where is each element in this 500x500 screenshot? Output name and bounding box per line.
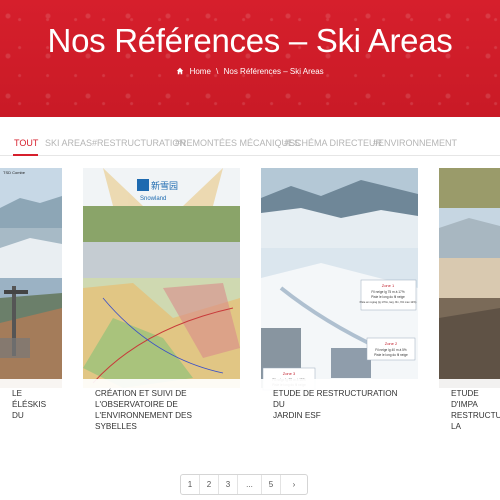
page-3-button[interactable]: 3 xyxy=(219,475,238,494)
breadcrumb-separator: \ xyxy=(216,67,219,76)
card-caption-line: CRÉATION ET SUIVI DE xyxy=(95,389,187,398)
breadcrumb-home-link[interactable]: Home xyxy=(190,67,211,76)
filter-bar: TOUT SKI AREAS #RESTRUCTURATION #REMONTÉ… xyxy=(0,132,500,156)
portfolio-card[interactable]: TSD Combe LE ÉLÉSKIS DU xyxy=(0,168,62,434)
filter-tab-schema-directeur[interactable]: #SCHÉMA DIRECTEUR xyxy=(284,138,382,148)
card-caption-line: LE xyxy=(12,389,23,398)
filter-tab-ski-areas[interactable]: SKI AREAS xyxy=(45,138,92,148)
snowland-logo-icon xyxy=(137,179,149,191)
zone-1-line: Fil neige lg 75 m à 17% xyxy=(371,290,404,294)
page-1-button[interactable]: 1 xyxy=(181,475,200,494)
page-header-banner: Nos Références – Ski Areas Home \ Nos Ré… xyxy=(0,0,500,117)
portfolio-card[interactable]: 新雪园 Snowland CRÉATION ET SUIVI DE L'OBSE… xyxy=(83,168,240,434)
card-caption-line: ÉLÉSKIS DU xyxy=(12,400,47,420)
filter-tab-remontees-mecaniques[interactable]: #REMONTÉES MÉCANIQUES xyxy=(175,138,300,148)
zone-2-title: Zone 2 xyxy=(385,341,398,346)
card-caption: LE ÉLÉSKIS DU xyxy=(0,379,62,434)
filter-tab-tout[interactable]: TOUT xyxy=(14,138,38,148)
home-icon xyxy=(176,67,184,77)
page-5-button[interactable]: 5 xyxy=(262,475,281,494)
portfolio-card[interactable]: Zone 1 Fil neige lg 75 m à 17% Piste le … xyxy=(261,168,418,434)
zone-1-line: Piste le long du fil neige xyxy=(371,295,405,299)
breadcrumb: Home \ Nos Références – Ski Areas xyxy=(0,67,500,77)
zone-2-line: Fil neige lg 40 m à 5% xyxy=(375,348,407,352)
page-title: Nos Références – Ski Areas xyxy=(47,22,453,59)
card-caption-line: JARDIN ESF xyxy=(273,411,321,420)
zone-1-line: Piste en regrag (lg 170m, larg. 8m, 6% m… xyxy=(360,300,417,304)
card-caption: ETUDE DE RESTRUCTURATION DU JARDIN ESF xyxy=(261,379,418,434)
active-filter-indicator xyxy=(13,154,38,156)
card-caption: CRÉATION ET SUIVI DE L'OBSERVATOIRE DE L… xyxy=(83,379,240,434)
zone-2-line: Piste le long du fil neige xyxy=(374,353,408,357)
card-image-label: TSD Combe xyxy=(3,170,26,175)
logo-cn-text: 新雪园 xyxy=(151,180,178,192)
filter-tab-environnement[interactable]: #ENVIRONNEMENT xyxy=(373,138,457,148)
logo-en-text: Snowland xyxy=(140,196,166,202)
zone-1-title: Zone 1 xyxy=(382,283,395,288)
card-caption-line: ETUDE DE RESTRUCTURATION DU xyxy=(273,389,398,409)
card-caption-line: RESTRUCTU xyxy=(451,411,500,420)
card-caption-line: L'OBSERVATOIRE DE xyxy=(95,400,178,409)
pagination: 1 2 3 ... 5 › xyxy=(180,474,308,495)
card-caption: ETUDE D'IMPA RESTRUCTU LA CHAMBRE xyxy=(439,379,500,434)
breadcrumb-current: Nos Références – Ski Areas xyxy=(223,67,324,76)
card-caption-line: ETUDE D'IMPA xyxy=(451,389,479,409)
next-page-button[interactable]: › xyxy=(281,475,307,494)
portfolio-card[interactable]: ETUDE D'IMPA RESTRUCTU LA CHAMBRE xyxy=(439,168,500,434)
filter-tab-restructuration[interactable]: #RESTRUCTURATION xyxy=(92,138,186,148)
page-2-button[interactable]: 2 xyxy=(200,475,219,494)
zone-3-title: Zone 3 xyxy=(283,371,296,376)
card-caption-line: LA CHAMBRE xyxy=(451,422,492,434)
page-ellipsis: ... xyxy=(238,475,262,494)
card-caption-line: L'ENVIRONNEMENT DES SYBELLES xyxy=(95,411,192,431)
